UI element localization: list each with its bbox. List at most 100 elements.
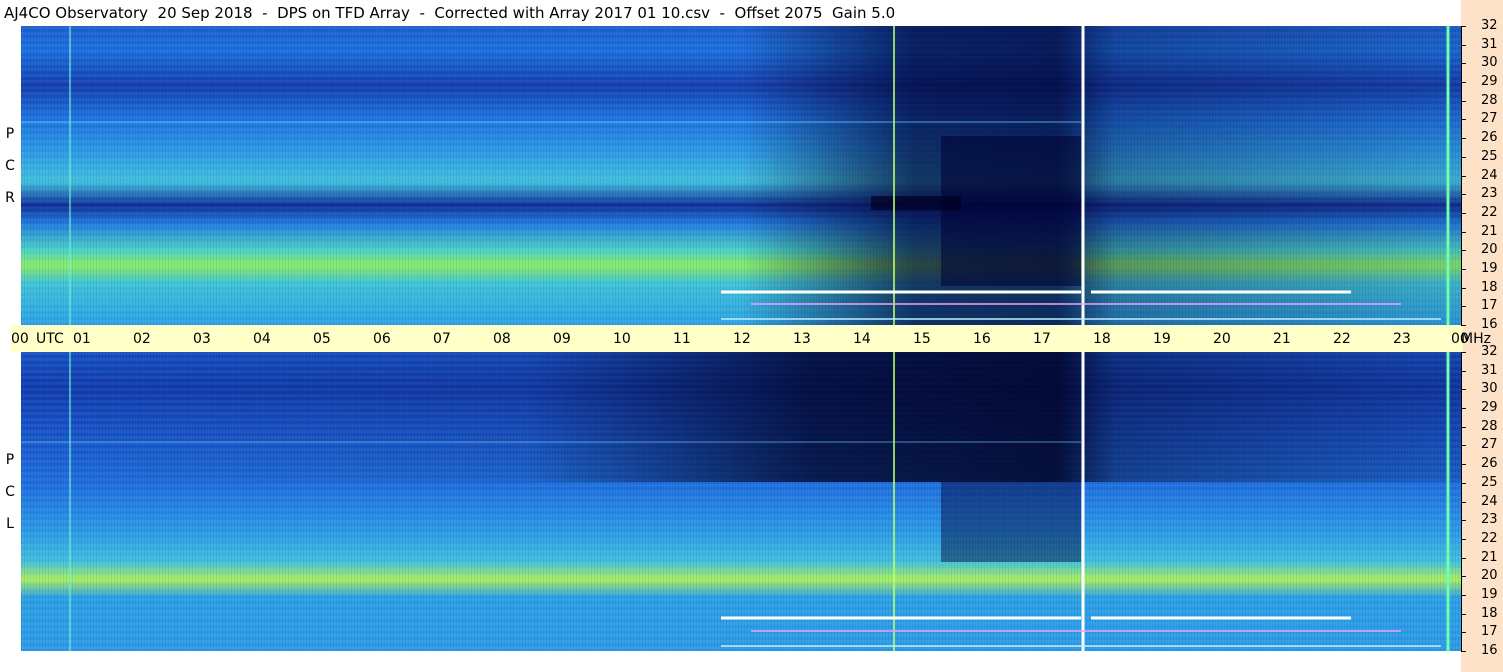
rcp-freq-tick: [1461, 232, 1466, 233]
lcp-freq-label: 23: [1481, 512, 1498, 527]
rcp-freq-tick: [1461, 119, 1466, 120]
time-label-20: 20: [1213, 331, 1231, 347]
rcp-freq-label: 22: [1481, 205, 1498, 220]
rcp-freq-tick: [1461, 194, 1466, 195]
lcp-freq-tick: [1461, 371, 1466, 372]
lcp-freq-label: 29: [1481, 400, 1498, 415]
rcp-freq-label: 31: [1481, 37, 1498, 52]
lcp-freq-label: 17: [1481, 624, 1498, 639]
time-label-07: 07: [433, 331, 451, 347]
time-label-00: 00: [11, 331, 29, 347]
lcp-freq-tick: [1461, 614, 1466, 615]
rcp-letter-p: P: [5, 126, 15, 142]
time-label-01: 01: [73, 331, 91, 347]
lcp-freq-tick: [1461, 558, 1466, 559]
rcp-freq-label: 21: [1481, 224, 1498, 239]
rcp-freq-label: 23: [1481, 186, 1498, 201]
time-label-21: 21: [1273, 331, 1291, 347]
lcp-freq-tick: [1461, 539, 1466, 540]
rcp-freq-label: 32: [1481, 18, 1498, 33]
rcp-freq-tick: [1461, 213, 1466, 214]
lcp-freq-label: 20: [1481, 568, 1498, 583]
time-label-14: 14: [853, 331, 871, 347]
lcp-freq-tick: [1461, 632, 1466, 633]
lcp-freq-tick: [1461, 483, 1466, 484]
rcp-freq-tick: [1461, 325, 1466, 326]
rcp-freq-tick: [1461, 269, 1466, 270]
time-label-23: 23: [1393, 331, 1411, 347]
lcp-freq-label: 30: [1481, 381, 1498, 396]
rcp-freq-tick: [1461, 82, 1466, 83]
lcp-freq-label: 16: [1481, 643, 1498, 658]
lcp-freq-label: 21: [1481, 550, 1498, 565]
time-label-22: 22: [1333, 331, 1351, 347]
time-label-05: 05: [313, 331, 331, 347]
lcp-freq-label: 19: [1481, 587, 1498, 602]
rcp-freq-label: 19: [1481, 261, 1498, 276]
rcp-freq-label: 27: [1481, 111, 1498, 126]
time-label-15: 15: [913, 331, 931, 347]
rcp-letter-r: R: [5, 190, 15, 206]
rcp-letter-c: C: [5, 158, 15, 174]
lcp-freq-tick: [1461, 595, 1466, 596]
rcp-freq-label: 28: [1481, 93, 1498, 108]
lcp-freq-label: 18: [1481, 606, 1498, 621]
time-label-18: 18: [1093, 331, 1111, 347]
lcp-freq-label: 28: [1481, 419, 1498, 434]
lcp-freq-tick: [1461, 427, 1466, 428]
lcp-freq-label: 25: [1481, 475, 1498, 490]
rcp-freq-tick: [1461, 45, 1466, 46]
rcp-spectrogram[interactable]: [21, 26, 1461, 325]
rcp-freq-tick: [1461, 157, 1466, 158]
time-label-13: 13: [793, 331, 811, 347]
lcp-freq-tick: [1461, 502, 1466, 503]
lcp-freq-tick: [1461, 520, 1466, 521]
rcp-freq-label: 18: [1481, 280, 1498, 295]
rcp-freq-axis: 32 31 30 29 28 27 26 25 24 23 22 21 20 19 18 17 16: [1461, 18, 1503, 332]
lcp-freq-axis: 32 31 30 29 28 27 26 25 24 23 22 21 20 19 18 17 16: [1461, 344, 1503, 658]
lcp-letter-p: P: [5, 452, 15, 468]
rcp-spectrogram-image: [21, 26, 1461, 325]
rcp-freq-label: 24: [1481, 168, 1498, 183]
lcp-letter-l: L: [6, 516, 14, 532]
lcp-label: P C L: [0, 444, 20, 540]
lcp-spectrogram[interactable]: [21, 352, 1461, 651]
rcp-freq-tick: [1461, 288, 1466, 289]
rcp-freq-tick: [1461, 138, 1466, 139]
lcp-letter-c: C: [5, 484, 15, 500]
rcp-freq-tick: [1461, 176, 1466, 177]
time-label-08: 08: [493, 331, 511, 347]
rcp-freq-label: 20: [1481, 242, 1498, 257]
rcp-freq-tick: [1461, 63, 1466, 64]
lcp-freq-tick: [1461, 464, 1466, 465]
time-axis: 00 UTC 01 02 03 04 05 06 07 08 09 10 11 …: [11, 325, 1469, 352]
rcp-freq-tick: [1461, 306, 1466, 307]
lcp-freq-label: 27: [1481, 437, 1498, 452]
lcp-freq-tick: [1461, 445, 1466, 446]
lcp-freq-label: 26: [1481, 456, 1498, 471]
lcp-freq-label: 24: [1481, 494, 1498, 509]
rcp-label: P C R: [0, 118, 20, 214]
rcp-freq-label: 26: [1481, 130, 1498, 145]
rcp-freq-tick: [1461, 101, 1466, 102]
lcp-freq-tick: [1461, 408, 1466, 409]
rcp-freq-label: 25: [1481, 149, 1498, 164]
lcp-freq-tick: [1461, 352, 1466, 353]
rcp-freq-label: 30: [1481, 55, 1498, 70]
time-label-11: 11: [673, 331, 691, 347]
lcp-spectrogram-image: [21, 352, 1461, 651]
time-label-19: 19: [1153, 331, 1171, 347]
lcp-freq-tick: [1461, 389, 1466, 390]
time-label-utc: UTC: [36, 331, 64, 347]
lcp-freq-label: 32: [1481, 344, 1498, 359]
time-label-06: 06: [373, 331, 391, 347]
lcp-freq-tick: [1461, 576, 1466, 577]
time-label-02: 02: [133, 331, 151, 347]
time-label-12: 12: [733, 331, 751, 347]
rcp-freq-tick: [1461, 26, 1466, 27]
rcp-freq-tick: [1461, 250, 1466, 251]
time-label-17: 17: [1033, 331, 1051, 347]
time-label-10: 10: [613, 331, 631, 347]
time-label-03: 03: [193, 331, 211, 347]
page-title: AJ4CO Observatory 20 Sep 2018 - DPS on T…: [4, 4, 896, 22]
